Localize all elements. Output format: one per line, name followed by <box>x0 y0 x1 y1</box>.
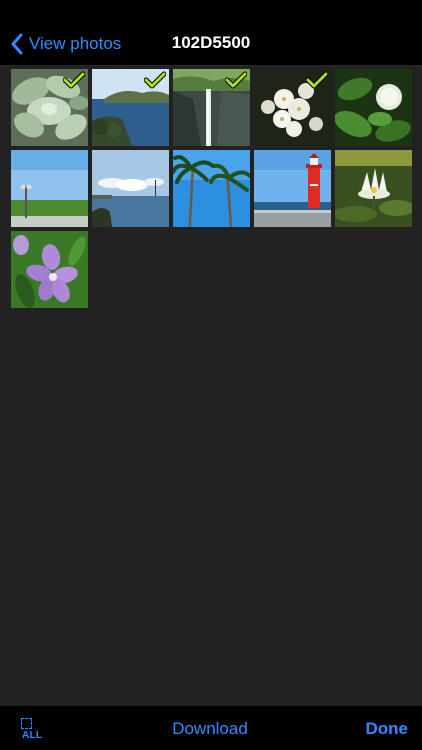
selected-checkmark-icon <box>144 71 166 89</box>
palm-trees-photo <box>173 150 250 227</box>
photo-grid <box>11 69 412 308</box>
page-title: 102D5500 <box>171 33 251 52</box>
navigation-bar: View photos 102D5500 <box>0 0 422 66</box>
photo-thumbnail-lamp-post-field[interactable] <box>11 150 88 227</box>
back-button-label: View photos <box>29 34 122 53</box>
photo-thumbnail-white-hydrangea-leaves[interactable] <box>335 69 412 146</box>
photo-thumbnail-red-lighthouse[interactable] <box>254 150 331 227</box>
select-all-icon <box>21 718 32 729</box>
done-button[interactable]: Done <box>366 719 409 739</box>
select-all-button[interactable]: ALL <box>19 716 43 744</box>
bottom-toolbar: ALL Download Done <box>0 705 422 750</box>
chevron-left-icon <box>11 33 23 55</box>
photo-thumbnail-purple-flower[interactable] <box>11 231 88 308</box>
selected-checkmark-icon <box>306 71 328 89</box>
photo-grid-area <box>0 66 422 705</box>
harbor-sky-photo <box>92 150 169 227</box>
photo-thumbnail-palm-trees[interactable] <box>173 150 250 227</box>
lamp-post-field-photo <box>11 150 88 227</box>
selected-checkmark-icon <box>63 71 85 89</box>
photo-thumbnail-water-lily[interactable] <box>335 150 412 227</box>
photo-thumbnail-white-flowers[interactable] <box>254 69 331 146</box>
purple-flower-photo <box>11 231 88 308</box>
red-lighthouse-photo <box>254 150 331 227</box>
selected-checkmark-icon <box>225 71 247 89</box>
white-hydrangea-leaves-photo <box>335 69 412 146</box>
photo-thumbnail-harbor-sky[interactable] <box>92 150 169 227</box>
photo-thumbnail-coastal-bay[interactable] <box>92 69 169 146</box>
back-button[interactable]: View photos <box>10 30 121 58</box>
download-button[interactable]: Download <box>160 719 260 739</box>
photo-thumbnail-waterfall-cliff[interactable] <box>173 69 250 146</box>
photo-thumbnail-succulent[interactable] <box>11 69 88 146</box>
select-all-label: ALL <box>22 730 43 741</box>
water-lily-photo <box>335 150 412 227</box>
